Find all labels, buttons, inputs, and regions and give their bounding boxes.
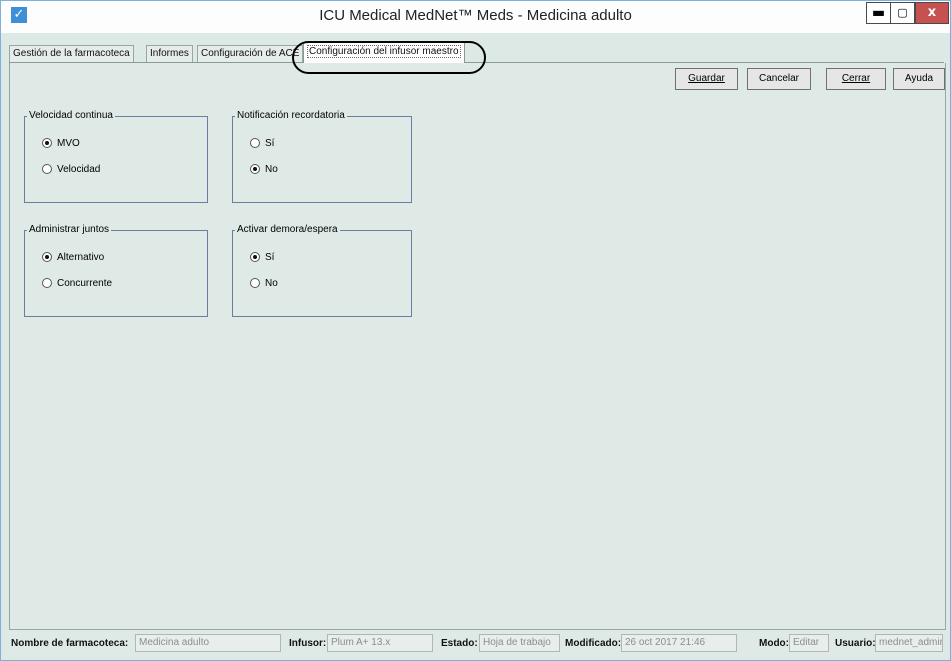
radio-selected-icon <box>250 252 260 262</box>
help-label: Ayuda <box>904 73 934 84</box>
state-field: Hoja de trabajo <box>479 634 560 652</box>
infuser-field: Plum A+ 13.x <box>327 634 433 652</box>
mode-label: Modo: <box>759 638 789 649</box>
maximize-button[interactable]: ▢ <box>890 2 915 24</box>
radio-delay-yes[interactable]: Sí <box>250 251 274 265</box>
radio-label: Alternativo <box>57 252 105 263</box>
radio-label: Sí <box>265 138 275 149</box>
radio-alternating[interactable]: Alternativo <box>42 251 104 265</box>
radio-unselected-icon <box>42 164 52 174</box>
app-window: ✓ ICU Medical MedNet™ Meds - Medicina ad… <box>0 0 951 661</box>
radio-label: Velocidad <box>57 164 101 175</box>
group-title: Notificación recordatoria <box>235 110 347 122</box>
close-label: Cerrar <box>841 73 871 84</box>
radio-selected-icon <box>250 164 260 174</box>
tab-label: Configuración del infusor maestro <box>307 45 461 58</box>
radio-label: Concurrente <box>57 278 113 289</box>
cancel-button[interactable]: Cancelar <box>747 68 811 90</box>
tab-master-infuser-settings[interactable]: Configuración del infusor maestro <box>303 42 465 64</box>
status-bar: Nombre de farmacoteca: Medicina adulto I… <box>9 632 944 656</box>
tab-label: Configuración de ACE <box>201 48 300 59</box>
radio-label: No <box>265 164 278 175</box>
modified-label: Modificado: <box>565 638 622 649</box>
group-reminder: Notificación recordatoria Sí No <box>232 110 412 203</box>
user-field: mednet_admin <box>875 634 943 652</box>
state-label: Estado: <box>441 638 478 649</box>
radio-unselected-icon <box>250 138 260 148</box>
library-name-label: Nombre de farmacoteca: <box>11 638 129 649</box>
radio-delay-no[interactable]: No <box>250 277 278 291</box>
radio-unselected-icon <box>250 278 260 288</box>
close-window-button[interactable]: x <box>915 2 949 24</box>
title-bar[interactable]: ✓ ICU Medical MedNet™ Meds - Medicina ad… <box>1 1 950 33</box>
radio-label: No <box>265 278 278 289</box>
group-title: Activar demora/espera <box>235 224 340 236</box>
tab-reports[interactable]: Informes <box>146 45 193 62</box>
save-button[interactable]: Guardar <box>675 68 738 90</box>
group-title: Administrar juntos <box>27 224 112 236</box>
radio-selected-icon <box>42 138 52 148</box>
group-delay-standby: Activar demora/espera Sí No <box>232 224 412 317</box>
close-button[interactable]: Cerrar <box>826 68 886 90</box>
save-label: Guardar <box>688 73 725 84</box>
window-title: ICU Medical MedNet™ Meds - Medicina adul… <box>319 7 632 24</box>
minimize-button[interactable]: ▬ <box>866 2 891 24</box>
group-administer-together: Administrar juntos Alternativo Concurren… <box>24 224 208 317</box>
infuser-label: Infusor: <box>289 638 327 649</box>
tab-bar: Gestión de la farmacoteca Informes Confi… <box>9 42 944 64</box>
radio-reminder-no[interactable]: No <box>250 163 278 177</box>
modified-field: 26 oct 2017 21:46 <box>621 634 737 652</box>
radio-label: Sí <box>265 252 275 263</box>
mode-field: Editar <box>789 634 829 652</box>
radio-mvo[interactable]: MVO <box>42 137 80 151</box>
tab-ace-settings[interactable]: Configuración de ACE <box>197 45 304 62</box>
radio-rate[interactable]: Velocidad <box>42 163 100 177</box>
radio-selected-icon <box>42 252 52 262</box>
tab-label: Gestión de la farmacoteca <box>13 48 130 59</box>
tab-library-management[interactable]: Gestión de la farmacoteca <box>9 45 134 62</box>
radio-label: MVO <box>57 138 80 149</box>
group-title: Velocidad continua <box>27 110 115 122</box>
tab-label: Informes <box>150 48 189 59</box>
cancel-label: Cancelar <box>758 73 800 84</box>
library-name-field: Medicina adulto <box>135 634 281 652</box>
radio-unselected-icon <box>42 278 52 288</box>
radio-concurrent[interactable]: Concurrente <box>42 277 112 291</box>
radio-reminder-yes[interactable]: Sí <box>250 137 274 151</box>
group-continuous-rate: Velocidad continua MVO Velocidad <box>24 110 208 203</box>
user-label: Usuario: <box>835 638 876 649</box>
help-button[interactable]: Ayuda <box>893 68 945 90</box>
